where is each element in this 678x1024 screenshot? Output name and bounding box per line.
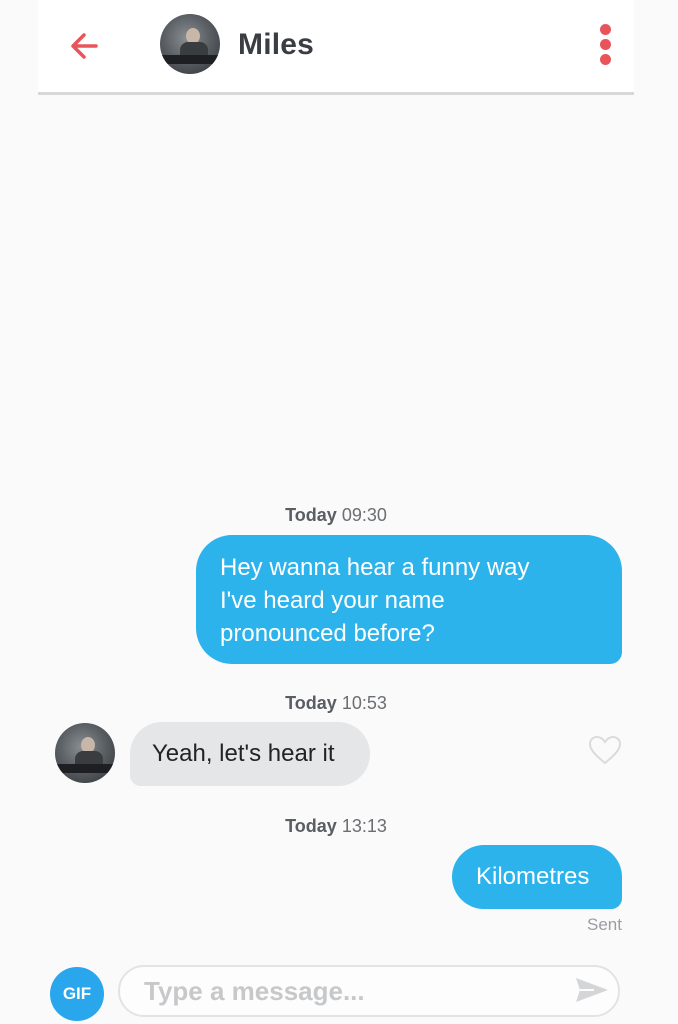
message-text: Kilometres <box>476 863 590 890</box>
more-options-button[interactable] <box>594 22 616 68</box>
message-text: Yeah, let's hear it <box>152 740 335 767</box>
incoming-message[interactable]: Yeah, let's hear it <box>130 722 370 786</box>
chat-header: Miles <box>38 0 634 95</box>
timestamp: Today 09:30 <box>285 505 387 525</box>
heart-icon <box>588 735 622 765</box>
message-line: I've heard your name <box>220 587 445 614</box>
message-input[interactable] <box>118 965 620 1017</box>
outgoing-message[interactable]: Kilometres <box>452 845 622 909</box>
back-button[interactable] <box>66 28 102 64</box>
outgoing-message[interactable]: Hey wanna hear a funny way I've heard yo… <box>196 535 622 664</box>
contact-name[interactable]: Miles <box>238 28 314 62</box>
like-message-button[interactable] <box>588 735 622 765</box>
send-icon <box>576 978 608 1002</box>
delivery-status: Sent <box>587 915 622 934</box>
message-line: pronounced before? <box>220 620 435 647</box>
send-button[interactable] <box>574 975 610 1005</box>
gif-button[interactable]: GIF <box>50 967 104 1021</box>
message-line: Hey wanna hear a funny way <box>220 554 530 581</box>
timestamp: Today 13:13 <box>285 816 387 836</box>
arrow-left-icon <box>71 33 98 59</box>
kebab-menu-icon <box>600 24 611 35</box>
message-list: Today 09:30 Hey wanna hear a funny way I… <box>38 95 634 945</box>
sender-avatar[interactable] <box>55 723 115 783</box>
message-composer: GIF <box>38 945 634 1024</box>
timestamp: Today 10:53 <box>285 693 387 713</box>
chat-screen: Miles Today 09:30 Hey wanna hear a funny… <box>0 0 678 1024</box>
contact-avatar[interactable] <box>160 14 220 74</box>
